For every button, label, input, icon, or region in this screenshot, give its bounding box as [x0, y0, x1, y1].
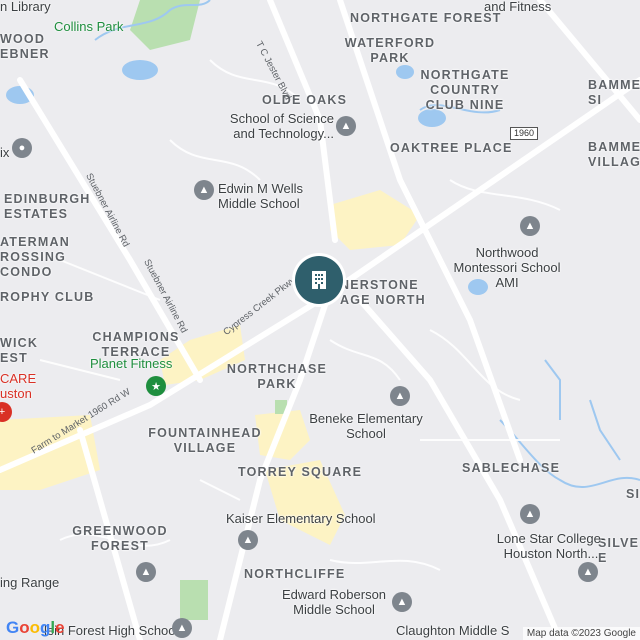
highway-shield-1960: 1960 [510, 127, 539, 140]
school-icon[interactable]: ▲ [390, 386, 410, 406]
place-icon[interactable]: ● [12, 138, 32, 158]
area-greenwood-forest: GREENWOOD FOREST [72, 524, 168, 553]
area-edinburgh-estates: EDINBURGH ESTATES [4, 192, 91, 221]
area-sablechase: SABLECHASE [462, 461, 561, 475]
poi-fitness-top[interactable]: and Fitness [484, 0, 551, 15]
poi-collins-park[interactable]: Collins Park [54, 19, 123, 35]
poi-claughton[interactable]: Claughton Middle S [396, 623, 509, 639]
area-northgate-forest: NORTHGATE FOREST [350, 11, 502, 25]
area-si-right: SI [626, 487, 640, 501]
school-icon[interactable]: ▲ [520, 504, 540, 524]
poi-edwin-wells[interactable]: Edwin M Wells Middle School [218, 181, 318, 212]
school-icon[interactable]: ▲ [238, 530, 258, 550]
poi-planet-fitness[interactable]: Planet Fitness [90, 356, 172, 372]
poi-beneke[interactable]: Beneke Elementary School [306, 411, 426, 442]
area-cornerstone-village-north: NERSTONE AGE NORTH [340, 278, 426, 307]
poi-range[interactable]: ing Range [0, 575, 59, 591]
area-oaktree-place: OAKTREE PLACE [390, 141, 513, 155]
poi-lone-star[interactable]: Lone Star College-Houston North... [486, 531, 616, 562]
area-bammel-top: BAMMEL SI [588, 78, 640, 107]
school-icon[interactable]: ▲ [336, 116, 356, 136]
school-icon[interactable]: ▲ [172, 618, 192, 638]
school-icon[interactable]: ▲ [194, 180, 214, 200]
map-canvas[interactable]: NORTHGATE FOREST WATERFORD PARK OLDE OAK… [0, 0, 640, 640]
area-fountainhead-village: FOUNTAINHEAD VILLAGE [148, 426, 262, 455]
school-icon[interactable]: ▲ [520, 216, 540, 236]
area-northgate-country-club-nine: NORTHGATE COUNTRY CLUB NINE [420, 68, 510, 112]
building-marker-icon[interactable] [295, 256, 343, 304]
area-bammel-village: BAMMEL VILLAGE [588, 140, 640, 169]
area-olde-oaks: OLDE OAKS [262, 93, 348, 107]
area-torrey-square: TORREY SQUARE [238, 465, 363, 479]
poi-northwood-montessori[interactable]: Northwood Montessori School AMI [452, 245, 562, 291]
poi-kaiser[interactable]: Kaiser Elementary School [226, 511, 376, 527]
google-logo[interactable]: Google [6, 618, 65, 638]
area-waterford-park-label: WATERFORD PARK [344, 36, 436, 65]
poi-hcare[interactable]: CARE uston [0, 371, 40, 402]
school-icon[interactable]: ▲ [136, 562, 156, 582]
building-icon [312, 271, 326, 289]
school-icon[interactable]: ▲ [392, 592, 412, 612]
area-trophy-club: ROPHY CLUB [0, 290, 95, 304]
poi-library[interactable]: n Library [0, 0, 51, 15]
area-northchase-park: NORTHCHASE PARK [226, 362, 328, 391]
area-northcliffe: NORTHCLIFFE [244, 567, 346, 581]
fitness-icon[interactable]: ★ [146, 376, 166, 396]
poi-ix[interactable]: ix [0, 145, 9, 161]
poi-school-science[interactable]: School of Science and Technology... [222, 111, 334, 142]
area-wick-est: WICK EST [0, 336, 39, 365]
map-attribution[interactable]: Map data ©2023 Google [522, 627, 640, 640]
poi-edward-roberson[interactable]: Edward Roberson Middle School [274, 587, 394, 618]
school-icon[interactable]: ▲ [578, 562, 598, 582]
area-wood-ebner: WOOD EBNER [0, 32, 50, 61]
area-waterman-crossing: ATERMAN ROSSING CONDO [0, 235, 70, 279]
